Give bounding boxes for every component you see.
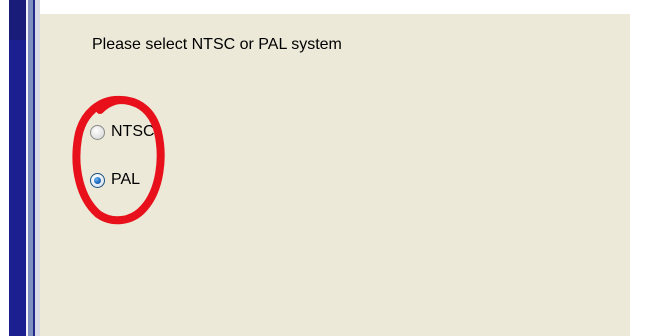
radio-label-ntsc[interactable]: NTSC <box>111 123 155 141</box>
radio-selected-dot <box>94 176 101 184</box>
screen: Please select NTSC or PAL system NTSC PA… <box>0 0 649 336</box>
dialog-top-strip <box>40 0 630 14</box>
radio-button-ntsc[interactable] <box>90 124 105 140</box>
radio-option-ntsc[interactable]: NTSC <box>90 123 155 141</box>
selection-prompt: Please select NTSC or PAL system <box>92 36 342 53</box>
window-left-frame <box>0 0 40 336</box>
window-right-edge <box>630 0 649 336</box>
frame-dark-border <box>9 0 26 336</box>
radio-label-pal[interactable]: PAL <box>111 171 140 189</box>
radio-option-pal[interactable]: PAL <box>90 171 140 189</box>
radio-button-pal[interactable] <box>90 172 105 188</box>
